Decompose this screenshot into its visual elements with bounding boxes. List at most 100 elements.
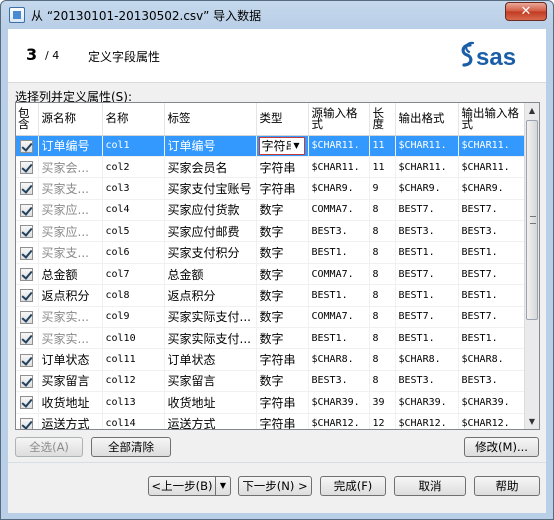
table-row[interactable]: 订单编号 col1 订单编号 字符串 ▼ $CHAR11. 11 $CHAR11. $CHAR1… [16, 135, 527, 157]
table-row[interactable]: 买家会... col2 买家会员名 字符串 $CHAR11. 11 $CHAR11. $CHA… [16, 156, 527, 179]
source-informat-cell[interactable]: BEST3. [308, 370, 370, 393]
include-checkbox-cell[interactable] [16, 177, 39, 200]
scroll-up-icon[interactable]: ▲ [525, 103, 539, 118]
include-checkbox-cell[interactable] [16, 199, 39, 222]
type-cell[interactable]: 数字 [256, 220, 309, 243]
output-informat-cell[interactable]: $CHAR11. [458, 156, 527, 179]
include-checkbox[interactable] [20, 225, 34, 239]
table-row[interactable]: 买家应... col4 买家应付货款 数字 COMMA7. 8 BEST7. BEST7. [16, 199, 527, 222]
source-name-cell[interactable]: 买家会... [38, 156, 103, 179]
include-checkbox-cell[interactable] [16, 370, 39, 393]
include-checkbox[interactable] [20, 268, 34, 282]
label-cell[interactable]: 运送方式 [164, 413, 257, 429]
name-cell[interactable]: col9 [102, 306, 165, 329]
source-name-cell[interactable]: 运送方式 [38, 413, 103, 429]
output-informat-cell[interactable]: $CHAR12. [458, 413, 527, 429]
type-cell[interactable]: 数字 [256, 306, 309, 329]
type-cell[interactable]: 字符串 [256, 391, 309, 414]
column-grid[interactable]: 包含 源名称 名称 标签 类型 源输入格式 长度 输出格式 输出输入格式 订单编… [15, 102, 540, 430]
length-cell[interactable]: 8 [369, 306, 396, 329]
output-format-cell[interactable]: $CHAR12. [395, 413, 459, 429]
modify-button[interactable]: 修改(M)... [464, 437, 539, 457]
length-cell[interactable]: 8 [369, 284, 396, 307]
length-cell[interactable]: 11 [369, 135, 396, 157]
output-format-cell[interactable]: BEST1. [395, 241, 459, 264]
include-checkbox[interactable] [20, 310, 34, 324]
type-cell[interactable]: 数字 [256, 199, 309, 222]
type-cell[interactable]: 字符串 [256, 348, 309, 371]
back-dropdown-icon[interactable]: ▼ [215, 476, 231, 496]
include-checkbox[interactable] [20, 203, 34, 217]
type-dropdown[interactable]: 字符串 ▼ [258, 136, 305, 155]
col-header-output-informat[interactable]: 输出输入格式 [458, 103, 527, 136]
length-cell[interactable]: 8 [369, 327, 396, 350]
source-informat-cell[interactable]: BEST1. [308, 327, 370, 350]
table-row[interactable]: 运送方式 col14 运送方式 字符串 $CHAR12. 12 $CHAR12. $CHAR1… [16, 413, 527, 429]
label-cell[interactable]: 总金额 [164, 263, 257, 286]
label-cell[interactable]: 买家实际支付... [164, 306, 257, 329]
name-cell[interactable]: col6 [102, 241, 165, 264]
table-row[interactable]: 买家支... col6 买家支付积分 数字 BEST1. 8 BEST1. BEST1. [16, 241, 527, 264]
output-format-cell[interactable]: $CHAR11. [395, 135, 459, 157]
include-checkbox[interactable] [20, 374, 34, 388]
col-header-source-name[interactable]: 源名称 [38, 103, 103, 136]
label-cell[interactable]: 买家应付货款 [164, 199, 257, 222]
include-checkbox-cell[interactable] [16, 306, 39, 329]
table-row[interactable]: 买家实... col10 买家实际支付... 数字 BEST1. 8 BEST1. BEST1… [16, 327, 527, 350]
source-name-cell[interactable]: 买家实... [38, 327, 103, 350]
source-informat-cell[interactable]: $CHAR9. [308, 177, 370, 200]
source-informat-cell[interactable]: BEST1. [308, 284, 370, 307]
output-informat-cell[interactable]: $CHAR39. [458, 391, 527, 414]
output-format-cell[interactable]: BEST7. [395, 306, 459, 329]
source-name-cell[interactable]: 买家实... [38, 306, 103, 329]
source-informat-cell[interactable]: BEST3. [308, 220, 370, 243]
back-button[interactable]: <上一步(B) [148, 476, 216, 496]
include-checkbox[interactable] [20, 182, 34, 196]
label-cell[interactable]: 买家应付邮费 [164, 220, 257, 243]
output-format-cell[interactable]: $CHAR11. [395, 156, 459, 179]
source-informat-cell[interactable]: BEST1. [308, 241, 370, 264]
length-cell[interactable]: 11 [369, 156, 396, 179]
include-checkbox-cell[interactable] [16, 135, 39, 157]
scroll-thumb[interactable] [526, 120, 538, 320]
name-cell[interactable]: col8 [102, 284, 165, 307]
col-header-source-informat[interactable]: 源输入格式 [308, 103, 370, 136]
label-cell[interactable]: 买家支付积分 [164, 241, 257, 264]
name-cell[interactable]: col4 [102, 199, 165, 222]
col-header-include[interactable]: 包含 [16, 103, 39, 136]
chevron-down-icon[interactable]: ▼ [290, 137, 303, 154]
name-cell[interactable]: col14 [102, 413, 165, 429]
next-button[interactable]: 下一步(N) > [238, 476, 312, 496]
source-informat-cell[interactable]: COMMA7. [308, 306, 370, 329]
output-format-cell[interactable]: BEST7. [395, 263, 459, 286]
output-format-cell[interactable]: BEST7. [395, 199, 459, 222]
include-checkbox[interactable] [20, 289, 34, 303]
source-name-cell[interactable]: 买家应... [38, 220, 103, 243]
label-cell[interactable]: 收货地址 [164, 391, 257, 414]
type-cell[interactable]: 字符串 [256, 156, 309, 179]
type-cell[interactable]: 数字 [256, 327, 309, 350]
output-informat-cell[interactable]: BEST7. [458, 199, 527, 222]
length-cell[interactable]: 8 [369, 241, 396, 264]
source-informat-cell[interactable]: $CHAR11. [308, 156, 370, 179]
source-name-cell[interactable]: 买家支... [38, 177, 103, 200]
include-checkbox-cell[interactable] [16, 391, 39, 414]
length-cell[interactable]: 39 [369, 391, 396, 414]
table-row[interactable]: 买家支... col3 买家支付宝账号 字符串 $CHAR9. 9 $CHAR9. $CHAR… [16, 177, 527, 200]
include-checkbox[interactable] [20, 161, 34, 175]
source-informat-cell[interactable]: $CHAR12. [308, 413, 370, 429]
source-name-cell[interactable]: 订单状态 [38, 348, 103, 371]
label-cell[interactable]: 买家实际支付... [164, 327, 257, 350]
scroll-down-icon[interactable]: ▼ [525, 414, 539, 429]
name-cell[interactable]: col10 [102, 327, 165, 350]
source-name-cell[interactable]: 买家留言 [38, 370, 103, 393]
cancel-button[interactable]: 取消 [394, 476, 466, 496]
output-informat-cell[interactable]: BEST7. [458, 306, 527, 329]
include-checkbox-cell[interactable] [16, 220, 39, 243]
output-informat-cell[interactable]: BEST3. [458, 220, 527, 243]
include-checkbox[interactable] [20, 332, 34, 346]
include-checkbox-cell[interactable] [16, 156, 39, 179]
type-cell[interactable]: 数字 [256, 370, 309, 393]
name-cell[interactable]: col13 [102, 391, 165, 414]
output-format-cell[interactable]: BEST3. [395, 370, 459, 393]
